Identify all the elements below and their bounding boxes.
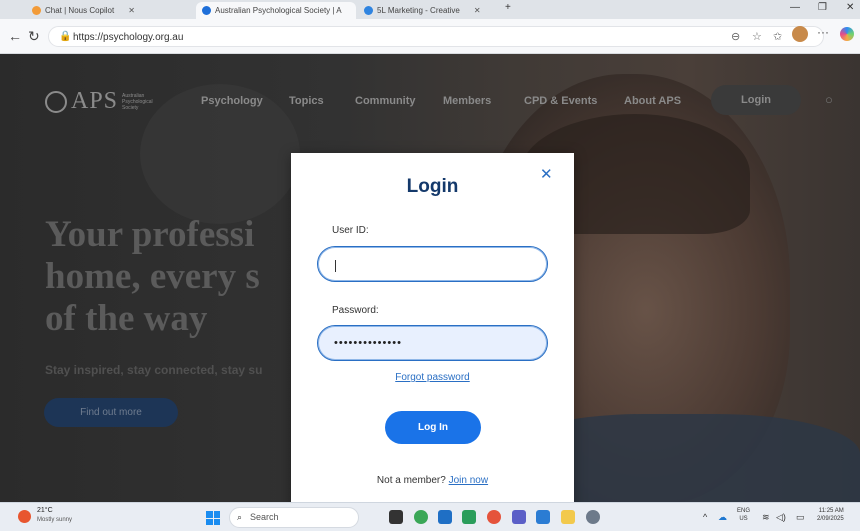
weather-temp: 21°C: [37, 507, 53, 514]
lang-bottom: US: [739, 516, 748, 522]
web-page: APS Australian Psychological Society Psy…: [0, 54, 860, 502]
tab-5l-marketing[interactable]: 5L Marketing - Creative ✕: [358, 2, 498, 19]
tab-title: Chat | Nous Copilot: [45, 6, 115, 15]
outlook-icon[interactable]: [438, 510, 452, 524]
teams-icon[interactable]: [512, 510, 526, 524]
nav-cpd-events[interactable]: CPD & Events: [524, 95, 597, 107]
word-icon[interactable]: [536, 510, 550, 524]
tray-chevron-icon[interactable]: ^: [703, 512, 707, 522]
address-bar[interactable]: 🔒 https://psychology.org.au ⊖ ☆ ✩: [48, 26, 824, 47]
profile-avatar[interactable]: [792, 26, 808, 42]
header-login-button[interactable]: Login: [711, 85, 801, 115]
close-tab-icon[interactable]: ✕: [128, 6, 135, 15]
login-modal: Login ✕ User ID: Password: •••••••••••••…: [291, 153, 574, 502]
aps-emblem-icon: [45, 90, 67, 113]
taskbar-search[interactable]: ⌕ Search: [229, 507, 359, 528]
nav-about-aps[interactable]: About APS: [624, 95, 681, 107]
clock-time: 11:25 AM: [818, 508, 844, 514]
address-bar-row: ← ↻ 🔒 https://psychology.org.au ⊖ ☆ ✩: [0, 19, 860, 54]
user-id-label: User ID:: [332, 225, 369, 236]
join-now-link[interactable]: Join now: [449, 475, 488, 486]
battery-icon[interactable]: ▭: [796, 512, 805, 523]
weather-sun-icon[interactable]: [18, 510, 31, 523]
member-prompt: Not a member? Join now: [291, 475, 574, 486]
url-text: https://psychology.org.au: [73, 32, 184, 43]
logo-subtext: Australian Psychological Society: [122, 92, 153, 111]
lock-icon: 🔒: [59, 31, 72, 42]
user-id-field[interactable]: [317, 246, 548, 282]
windows-taskbar: 21°C Mostly sunny ⌕ Search ^ ☁ ENG US ≋ …: [0, 502, 860, 531]
member-text: Not a member?: [376, 475, 446, 486]
marketing-favicon-icon: [364, 6, 373, 15]
find-out-more-button[interactable]: Find out more: [44, 398, 178, 427]
search-icon[interactable]: ○: [825, 92, 833, 107]
tab-title: 5L Marketing - Creative: [377, 6, 460, 15]
text-cursor: [335, 260, 336, 272]
nav-community[interactable]: Community: [355, 95, 416, 107]
more-options-icon[interactable]: ···: [817, 25, 829, 39]
refresh-icon[interactable]: ↻: [28, 28, 40, 45]
minimize-button[interactable]: —: [790, 2, 800, 13]
copilot-favicon-icon: [32, 6, 41, 15]
close-icon[interactable]: ✕: [540, 165, 553, 183]
edge-icon[interactable]: [414, 510, 428, 524]
copilot-icon[interactable]: [840, 27, 854, 41]
search-icon: ⌕: [237, 512, 243, 522]
nav-topics[interactable]: Topics: [289, 95, 324, 107]
modal-title: Login: [406, 176, 459, 197]
task-view-icon[interactable]: [389, 510, 403, 524]
clock-date: 2/09/2025: [817, 516, 844, 522]
language-indicator[interactable]: ENG US: [737, 507, 750, 523]
wifi-icon[interactable]: ≋: [762, 512, 770, 523]
tab-chat-copilot[interactable]: Chat | Nous Copilot ✕: [26, 2, 196, 19]
restore-button[interactable]: ❐: [818, 2, 827, 13]
site-header: APS Australian Psychological Society Psy…: [0, 84, 860, 116]
forgot-password-link[interactable]: Forgot password: [291, 372, 574, 383]
hero-subtitle: Stay inspired, stay connected, stay su: [45, 363, 263, 377]
onedrive-cloud-icon[interactable]: ☁: [718, 512, 727, 523]
settings-gear-icon[interactable]: [586, 510, 600, 524]
close-window-button[interactable]: ✕: [846, 2, 854, 13]
weather-desc: Mostly sunny: [37, 517, 73, 523]
browser-tab-strip: Chat | Nous Copilot ✕ Australian Psychol…: [0, 0, 860, 19]
back-arrow-icon[interactable]: ←: [8, 28, 22, 44]
tab-title: Australian Psychological Society | A: [215, 6, 342, 15]
new-tab-button[interactable]: +: [505, 2, 511, 13]
log-in-button[interactable]: Log In: [385, 411, 481, 444]
chrome-icon[interactable]: [487, 510, 501, 524]
nav-members[interactable]: Members: [443, 95, 491, 107]
password-field[interactable]: ••••••••••••••: [317, 325, 548, 361]
favorite-star-icon[interactable]: ☆: [752, 30, 762, 43]
volume-icon[interactable]: ◁): [776, 512, 786, 523]
password-label: Password:: [332, 305, 379, 316]
start-button-icon[interactable]: [206, 511, 220, 525]
favorites-icon[interactable]: ✩: [773, 30, 782, 43]
file-explorer-icon[interactable]: [561, 510, 575, 524]
screen: Chat | Nous Copilot ✕ Australian Psychol…: [0, 0, 860, 531]
zoom-icon[interactable]: ⊖: [731, 30, 740, 43]
tab-aps[interactable]: Australian Psychological Society | A ✕: [196, 2, 356, 19]
excel-icon[interactable]: [462, 510, 476, 524]
logo-text: APS: [71, 88, 119, 114]
nav-psychology[interactable]: Psychology: [201, 95, 263, 107]
aps-logo[interactable]: APS Australian Psychological Society: [45, 88, 158, 115]
system-clock[interactable]: 11:25 AM 2/09/2025: [817, 507, 844, 523]
aps-favicon-icon: [202, 6, 211, 15]
close-tab-icon[interactable]: ✕: [474, 6, 481, 15]
lang-top: ENG: [737, 508, 751, 514]
taskbar-search-placeholder: Search: [250, 512, 279, 522]
